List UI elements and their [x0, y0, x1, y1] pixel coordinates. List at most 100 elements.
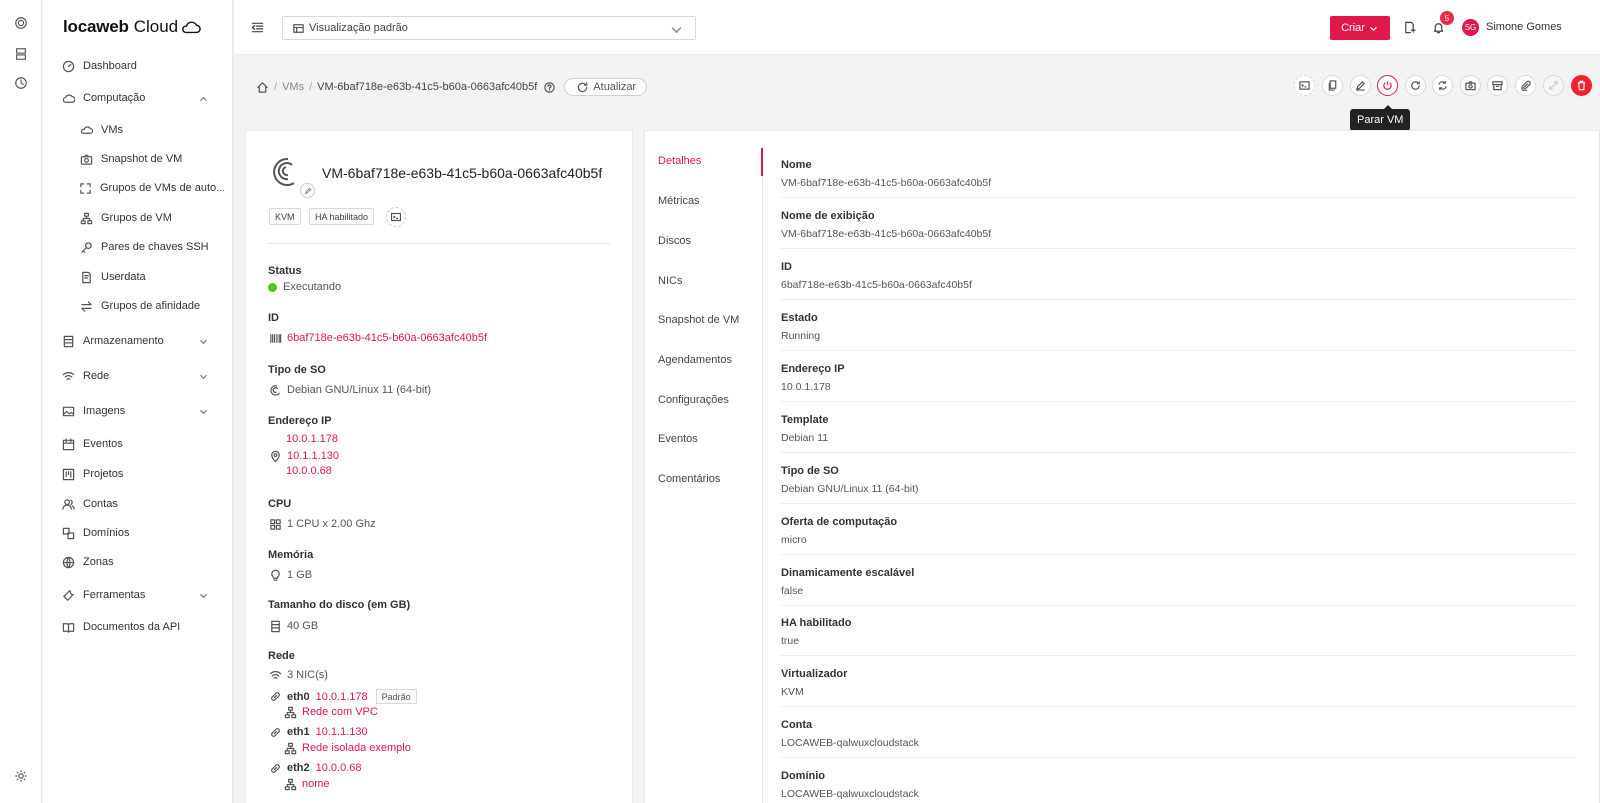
- sidebar-item-api-docs[interactable]: Documentos da API: [61, 616, 224, 638]
- sidebar-item-dominios[interactable]: Domínios: [61, 522, 224, 544]
- tab-detalhes[interactable]: Detalhes: [658, 155, 701, 167]
- reinstall-button[interactable]: [1432, 75, 1453, 96]
- ip-label: Endereço IP: [268, 415, 332, 427]
- status-text: Executando: [283, 281, 342, 293]
- attach-iso-button[interactable]: [1515, 75, 1536, 96]
- nic-network-link[interactable]: nome: [302, 778, 330, 790]
- sidebar-item-label: Documentos da API: [83, 621, 181, 633]
- picture-icon: [61, 404, 75, 418]
- detail-value: VM-6baf718e-e63b-41c5-b60a-0663afc40b5f: [781, 228, 992, 240]
- ip-link[interactable]: 10.0.0.68: [286, 465, 332, 477]
- sidebar-item-label: Dashboard: [83, 60, 137, 72]
- server-icon[interactable]: [13, 46, 29, 62]
- question-icon[interactable]: [542, 80, 556, 94]
- stop-vm-button[interactable]: [1377, 75, 1398, 96]
- clock-icon[interactable]: [13, 75, 29, 91]
- cpu-label: CPU: [268, 498, 292, 510]
- link-icon: [268, 690, 282, 704]
- sidebar-item-label: Rede: [83, 370, 110, 382]
- sidebar-item-snapshot[interactable]: Snapshot de VM: [79, 148, 224, 170]
- copy-button[interactable]: [1322, 75, 1343, 96]
- sidebar-item-label: Armazenamento: [83, 335, 164, 347]
- sidebar-item-computacao[interactable]: Computação: [61, 87, 224, 109]
- delete-button[interactable]: [1571, 75, 1592, 96]
- console-button[interactable]: [1294, 75, 1315, 96]
- tab-eventos[interactable]: Eventos: [658, 433, 698, 445]
- cpu-icon: [268, 517, 282, 531]
- migrate-button[interactable]: [1543, 75, 1564, 96]
- chevron-up-icon: [196, 91, 210, 105]
- detail-key: Dinamicamente escalável: [781, 567, 915, 579]
- sidebar-item-vms[interactable]: VMs: [79, 119, 224, 141]
- refresh-button[interactable]: Atualizar: [564, 78, 648, 96]
- detail-key: Template: [781, 414, 829, 426]
- nic-network: Rede com VPC: [283, 705, 378, 719]
- user-name[interactable]: Simone Gomes: [1486, 21, 1562, 33]
- edit-button[interactable]: [1350, 75, 1371, 96]
- brand-logo[interactable]: locaweb Cloud: [63, 17, 201, 37]
- tab-discos[interactable]: Discos: [658, 235, 691, 247]
- avatar[interactable]: SG: [1462, 19, 1479, 36]
- vm-title: VM-6baf718e-e63b-41c5-b60a-0663afc40b5f: [322, 165, 603, 181]
- breadcrumb-separator: /: [309, 81, 313, 93]
- sidebar-item-ssh-keys[interactable]: Pares de chaves SSH: [79, 236, 224, 258]
- console-button[interactable]: [386, 207, 406, 227]
- sidebar-item-vm-groups[interactable]: Grupos de VM: [79, 207, 224, 229]
- create-button[interactable]: Criar: [1330, 16, 1390, 40]
- nic-network-link[interactable]: Rede com VPC: [302, 706, 378, 718]
- snapshot-button[interactable]: [1460, 75, 1481, 96]
- camera-icon: [1465, 81, 1476, 91]
- sidebar-item-contas[interactable]: Contas: [61, 493, 224, 515]
- sidebar-item-ferramentas[interactable]: Ferramentas: [61, 584, 224, 606]
- tab-metricas[interactable]: Métricas: [658, 195, 700, 207]
- breadcrumb-vms[interactable]: VMs: [282, 81, 304, 93]
- sidebar-item-projetos[interactable]: Projetos: [61, 463, 224, 485]
- sidebar-item-rede[interactable]: Rede: [61, 365, 224, 387]
- detail-key: Virtualizador: [781, 668, 848, 680]
- nic-network-link[interactable]: Rede isolada exemplo: [302, 742, 411, 754]
- ip-link[interactable]: 10.1.1.130: [287, 450, 339, 462]
- tab-configuracoes[interactable]: Configurações: [658, 394, 729, 406]
- tab-agendamentos[interactable]: Agendamentos: [658, 354, 732, 366]
- brand-name: locaweb: [63, 17, 129, 36]
- nic-ip[interactable]: 10.0.0.68: [316, 762, 362, 774]
- backup-button[interactable]: [1487, 75, 1508, 96]
- sidebar-item-userdata[interactable]: Userdata: [79, 266, 224, 288]
- tab-nics[interactable]: NICs: [658, 275, 682, 287]
- ip-link[interactable]: 10.0.1.178: [286, 433, 338, 445]
- sidebar-item-affinity-groups[interactable]: Grupos de afinidade: [79, 295, 224, 317]
- nic-network: Rede isolada exemplo: [283, 741, 411, 755]
- sidebar-item-eventos[interactable]: Eventos: [61, 433, 224, 455]
- detail-value: Running: [781, 330, 821, 342]
- nic-ip[interactable]: 10.0.1.178: [316, 691, 368, 703]
- sidebar-item-autoscale-groups[interactable]: Grupos de VMs de auto...: [79, 177, 224, 199]
- sidebar-item-dashboard[interactable]: Dashboard: [61, 55, 224, 77]
- sidebar-item-zonas[interactable]: Zonas: [61, 551, 224, 573]
- home-icon[interactable]: [255, 80, 269, 94]
- edit-icon-button[interactable]: [300, 183, 315, 198]
- gear-cluster-icon[interactable]: [13, 15, 29, 31]
- vm-details-card: Detalhes Métricas Discos NICs Snapshot d…: [644, 130, 1600, 803]
- sidebar-item-label: Imagens: [83, 405, 126, 417]
- project-switch-icon[interactable]: [1402, 20, 1416, 34]
- detail-row: Template Debian 11: [781, 402, 1575, 453]
- reboot-button[interactable]: [1405, 75, 1426, 96]
- settings-icon[interactable]: [13, 768, 29, 784]
- id-link[interactable]: 6baf718e-e63b-41c5-b60a-0663afc40b5f: [287, 332, 487, 344]
- sidebar-item-imagens[interactable]: Imagens: [61, 400, 224, 422]
- breadcrumb: / VMs / VM-6baf718e-e63b-41c5-b60a-0663a…: [255, 77, 648, 97]
- active-tab-indicator: [761, 148, 763, 176]
- wifi-icon: [268, 668, 282, 682]
- sidebar-item-armazenamento[interactable]: Armazenamento: [61, 330, 224, 352]
- cpu-text: 1 CPU x 2.00 Ghz: [287, 518, 376, 530]
- detail-row: Conta LOCAWEB-qalwuxcloudstack: [781, 707, 1575, 758]
- menu-fold-icon[interactable]: [250, 20, 264, 34]
- sidebar-item-label: Contas: [83, 498, 118, 510]
- nic-ip[interactable]: 10.1.1.130: [316, 726, 368, 738]
- view-select[interactable]: Visualização padrão: [282, 16, 696, 40]
- tab-comentarios[interactable]: Comentários: [658, 473, 720, 485]
- detail-value: VM-6baf718e-e63b-41c5-b60a-0663afc40b5f: [781, 177, 992, 189]
- database-icon: [61, 334, 75, 348]
- tab-snapshot[interactable]: Snapshot de VM: [658, 314, 739, 326]
- id-label: ID: [268, 312, 279, 324]
